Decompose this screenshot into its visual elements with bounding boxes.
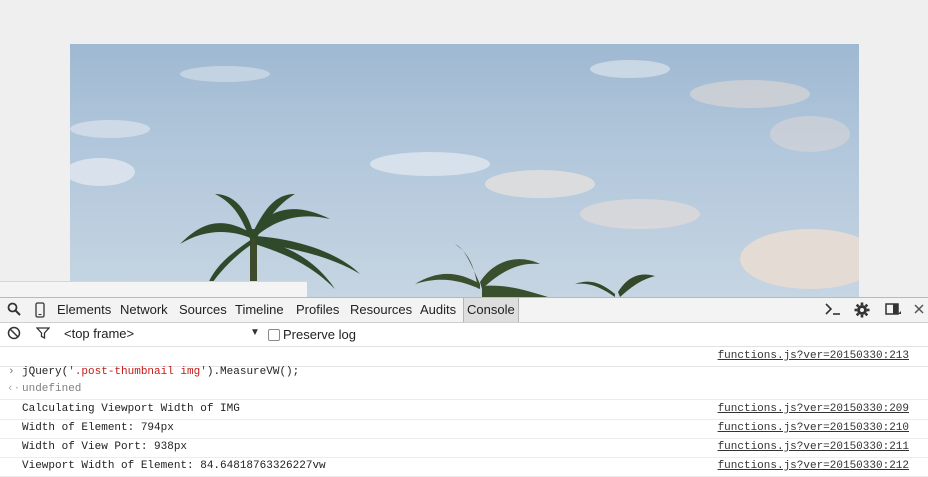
source-link[interactable]: functions.js?ver=20150330:210 (718, 419, 909, 438)
dropdown-arrow-icon[interactable]: ▼ (250, 327, 260, 338)
tab-console[interactable]: Console (463, 298, 519, 322)
filter-icon[interactable] (35, 326, 51, 342)
console-drawer-icon[interactable] (823, 302, 843, 318)
dock-side-icon[interactable] (885, 302, 901, 318)
preserve-log-checkbox[interactable] (268, 329, 280, 341)
log-message: Width of Element: 794px (22, 422, 174, 434)
tab-audits[interactable]: Audits (420, 298, 456, 322)
command-suffix: ).MeasureVW(); (206, 366, 300, 378)
post-thumbnail-image (70, 44, 859, 297)
device-mode-icon[interactable] (32, 302, 48, 318)
log-message: Width of View Port: 938px (22, 441, 188, 453)
result-arrow-icon: ‹· (7, 383, 21, 395)
log-message: Calculating Viewport Width of IMG (22, 403, 240, 415)
web-page (0, 0, 928, 298)
settings-gear-icon[interactable] (854, 302, 870, 318)
source-link[interactable]: functions.js?ver=20150330:211 (718, 438, 909, 457)
console-log-row: Calculating Viewport Width of IMG functi… (0, 400, 928, 420)
tab-timeline[interactable]: Timeline (235, 298, 284, 322)
console-log-row: Viewport Width of Element: 84.6481876332… (0, 457, 928, 477)
tab-network[interactable]: Network (120, 298, 168, 322)
console-log-row: Width of Element: 794px functions.js?ver… (0, 419, 928, 439)
preserve-log-label: Preserve log (283, 327, 356, 342)
tab-profiles[interactable]: Profiles (296, 298, 339, 322)
source-link[interactable]: functions.js?ver=20150330:209 (718, 400, 909, 419)
console-filter-bar: <top frame> ▼ Preserve log (0, 323, 928, 347)
clear-console-icon[interactable] (6, 326, 22, 342)
log-message: Viewport Width of Element: 84.6481876332… (22, 460, 326, 472)
console-result: undefined (22, 383, 82, 395)
console-result-row: ‹· undefined (0, 380, 928, 400)
source-link[interactable]: functions.js?ver=20150330:212 (718, 457, 909, 476)
frame-select[interactable]: <top frame> (64, 326, 134, 341)
console-log-row: Width of View Port: 938px functions.js?v… (0, 438, 928, 458)
tab-sources[interactable]: Sources (179, 298, 227, 322)
devtools-panel: Elements Network Sources Timeline Profil… (0, 297, 928, 477)
devtools-toolbar: Elements Network Sources Timeline Profil… (0, 298, 928, 323)
tab-resources[interactable]: Resources (350, 298, 412, 322)
tab-elements[interactable]: Elements (57, 298, 111, 322)
command-prefix: jQuery( (22, 366, 69, 378)
page-bottom-panel (0, 281, 307, 298)
console-output: functions.js?ver=20150330:213 › jQuery('… (0, 347, 928, 477)
close-icon[interactable] (911, 302, 927, 318)
command-string: '.post-thumbnail img' (68, 366, 207, 378)
search-icon[interactable] (6, 302, 22, 318)
